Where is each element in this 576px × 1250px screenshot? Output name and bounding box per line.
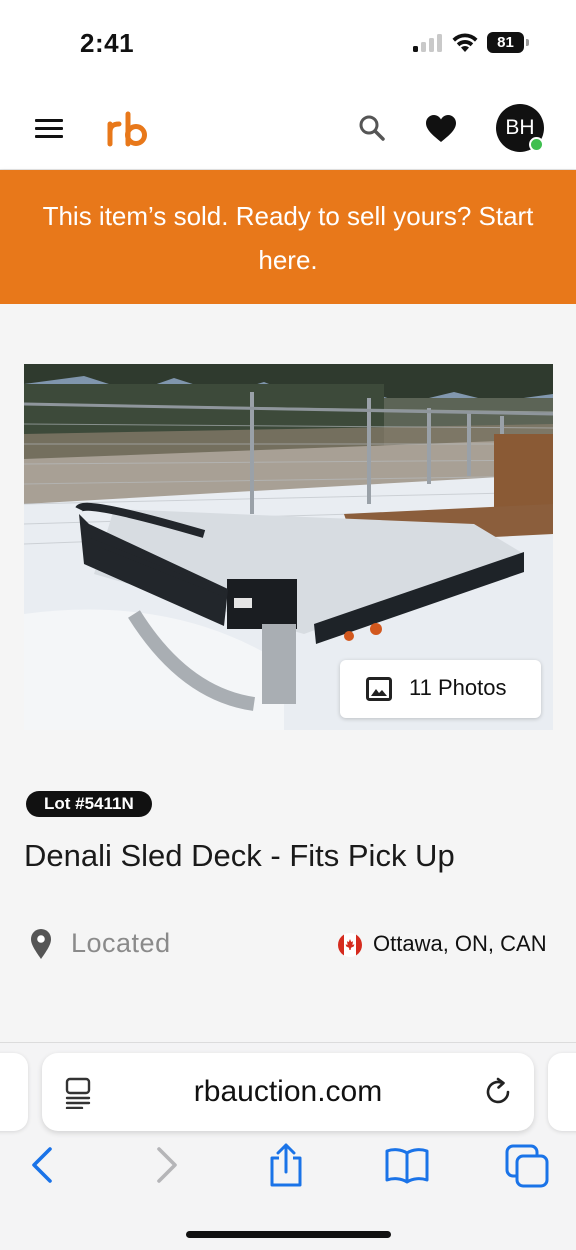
reload-icon[interactable]	[484, 1077, 514, 1107]
hamburger-menu-icon[interactable]	[35, 119, 63, 139]
image-gallery-icon	[366, 677, 392, 701]
location-row: Located Ottawa, ON, CAN	[0, 924, 576, 964]
rb-logo[interactable]	[106, 110, 148, 150]
battery-level: 81	[487, 32, 524, 53]
sold-banner[interactable]: This item’s sold. Ready to sell yours? S…	[0, 170, 576, 304]
online-status-dot	[529, 137, 544, 152]
lot-number-badge: Lot #5411N	[26, 791, 152, 817]
located-label: Located	[71, 928, 171, 958]
wifi-icon	[452, 33, 478, 52]
cellular-signal-icon	[413, 34, 443, 52]
item-title: Denali Sled Deck - Fits Pick Up	[24, 838, 455, 873]
bookmarks-icon[interactable]	[384, 1146, 430, 1184]
next-tab-preview[interactable]	[548, 1053, 576, 1131]
home-indicator	[186, 1231, 391, 1238]
location-pin-icon	[31, 929, 51, 959]
search-icon[interactable]	[358, 114, 386, 142]
photos-button[interactable]: 11 Photos	[340, 660, 541, 718]
photos-button-label: 11 Photos	[409, 675, 507, 700]
heart-icon[interactable]	[425, 114, 457, 144]
share-icon[interactable]	[267, 1142, 305, 1188]
app-header: BH	[0, 86, 576, 170]
address-bar[interactable]: rbauction.com	[42, 1053, 534, 1131]
sold-banner-text: This item’s sold. Ready to sell yours? S…	[42, 201, 534, 275]
url-text: rbauction.com	[193, 1075, 383, 1108]
status-time: 2:41	[80, 28, 135, 58]
back-icon[interactable]	[29, 1146, 55, 1184]
location-value: Ottawa, ON, CAN	[373, 931, 547, 956]
tabs-icon[interactable]	[505, 1144, 549, 1188]
previous-tab-preview[interactable]	[0, 1053, 28, 1131]
canada-flag-icon	[338, 933, 362, 957]
forward-icon[interactable]	[154, 1146, 180, 1184]
status-bar: 2:41 81	[0, 0, 576, 86]
battery-icon: 81	[487, 32, 529, 53]
